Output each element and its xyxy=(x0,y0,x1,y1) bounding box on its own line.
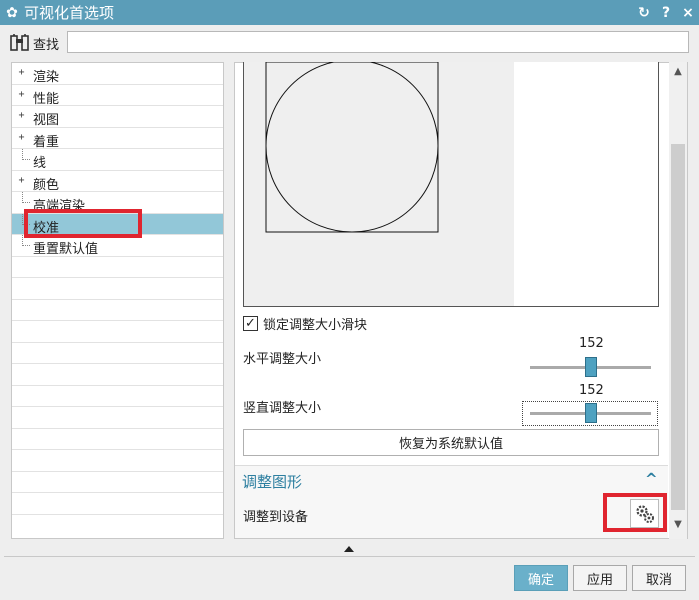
title-bar: ✿ 可视化首选项 ↻ ? × xyxy=(0,0,699,25)
device-highlight xyxy=(603,493,667,532)
restore-defaults-button[interactable]: 恢复为系统默认值 xyxy=(243,429,659,456)
tree-item-label: 性能 xyxy=(33,91,60,107)
empty-row xyxy=(12,364,223,386)
tree-item-line[interactable]: 线 xyxy=(12,149,223,171)
tree-item-label: 重置默认值 xyxy=(33,242,99,257)
horizontal-value: 152 xyxy=(579,336,604,351)
lock-label: 锁定调整大小滑块 xyxy=(263,317,368,333)
ok-button[interactable]: 确定 xyxy=(514,565,568,591)
window-title: 可视化首选项 xyxy=(24,4,115,22)
vertical-slider-thumb[interactable] xyxy=(584,403,597,423)
empty-row xyxy=(12,386,223,407)
lock-checkbox[interactable]: ✓ xyxy=(243,315,258,331)
chevron-up-icon[interactable]: ^ xyxy=(645,470,658,488)
empty-row xyxy=(12,472,223,493)
expand-icon[interactable]: + xyxy=(17,111,26,121)
expand-icon[interactable]: + xyxy=(17,89,26,99)
tree-item-label: 线 xyxy=(33,156,47,171)
tree-item-reset-defaults[interactable]: 重置默认值 xyxy=(12,235,223,257)
find-input[interactable] xyxy=(67,31,689,53)
scroll-down-icon[interactable]: ▼ xyxy=(669,519,687,530)
tree-item-color[interactable]: + 颜色 xyxy=(12,171,223,193)
find-row: 查找 xyxy=(0,25,699,61)
tree-item-label: 颜色 xyxy=(33,177,60,193)
apply-button[interactable]: 应用 xyxy=(573,565,627,591)
cancel-button[interactable]: 取消 xyxy=(632,565,686,591)
tree-connector xyxy=(22,149,30,160)
tree-connector xyxy=(22,192,30,203)
device-label: 调整到设备 xyxy=(243,510,309,525)
tree-item-performance[interactable]: + 性能 xyxy=(12,85,223,107)
calibration-preview xyxy=(243,62,659,307)
empty-row xyxy=(12,278,223,300)
scroll-up-icon[interactable]: ▲ xyxy=(669,66,687,77)
empty-row xyxy=(12,450,223,472)
horizontal-label: 水平调整大小 xyxy=(243,352,322,367)
calibration-circle xyxy=(265,62,439,233)
reset-window-icon[interactable]: ↻ xyxy=(633,5,655,21)
tree-item-emphasis[interactable]: + 着重 xyxy=(12,128,223,150)
expand-icon[interactable]: + xyxy=(17,68,26,78)
tree-item-render[interactable]: + 渲染 xyxy=(12,63,223,85)
close-icon[interactable]: × xyxy=(677,5,699,21)
tree-item-view[interactable]: + 视图 xyxy=(12,106,223,128)
empty-row xyxy=(12,429,223,450)
empty-row xyxy=(12,300,223,321)
binoculars-icon xyxy=(10,34,29,51)
empty-row xyxy=(12,343,223,364)
vertical-label: 竖直调整大小 xyxy=(243,401,322,416)
gear-icon: ✿ xyxy=(6,4,18,21)
empty-row xyxy=(12,257,223,278)
footer-divider xyxy=(4,556,695,557)
tree-item-label: 渲染 xyxy=(33,70,60,85)
expand-icon[interactable]: + xyxy=(17,132,26,142)
section-title[interactable]: 调整图形 xyxy=(242,471,302,492)
tree-item-label: 视图 xyxy=(33,113,60,128)
empty-row xyxy=(12,493,223,515)
horizontal-slider-thumb[interactable] xyxy=(584,357,597,377)
lock-slider-row[interactable]: ✓ 锁定调整大小滑块 xyxy=(243,313,367,333)
empty-row xyxy=(12,321,223,343)
expand-icon[interactable]: + xyxy=(17,175,26,185)
find-label: 查找 xyxy=(33,38,60,53)
scrollbar-thumb[interactable] xyxy=(671,144,685,510)
vertical-value: 152 xyxy=(579,383,604,398)
category-tree[interactable]: + 渲染 + 性能 + 视图 + 着重 线 + 颜色 高端渲染 校准 重置默认值 xyxy=(11,62,224,539)
vertical-scrollbar[interactable]: ▲ ▼ xyxy=(669,62,687,539)
collapse-arrow-icon[interactable] xyxy=(344,546,354,552)
empty-row xyxy=(12,407,223,429)
help-icon[interactable]: ? xyxy=(655,5,677,21)
tree-item-label: 着重 xyxy=(33,134,60,150)
selection-highlight xyxy=(24,209,142,238)
